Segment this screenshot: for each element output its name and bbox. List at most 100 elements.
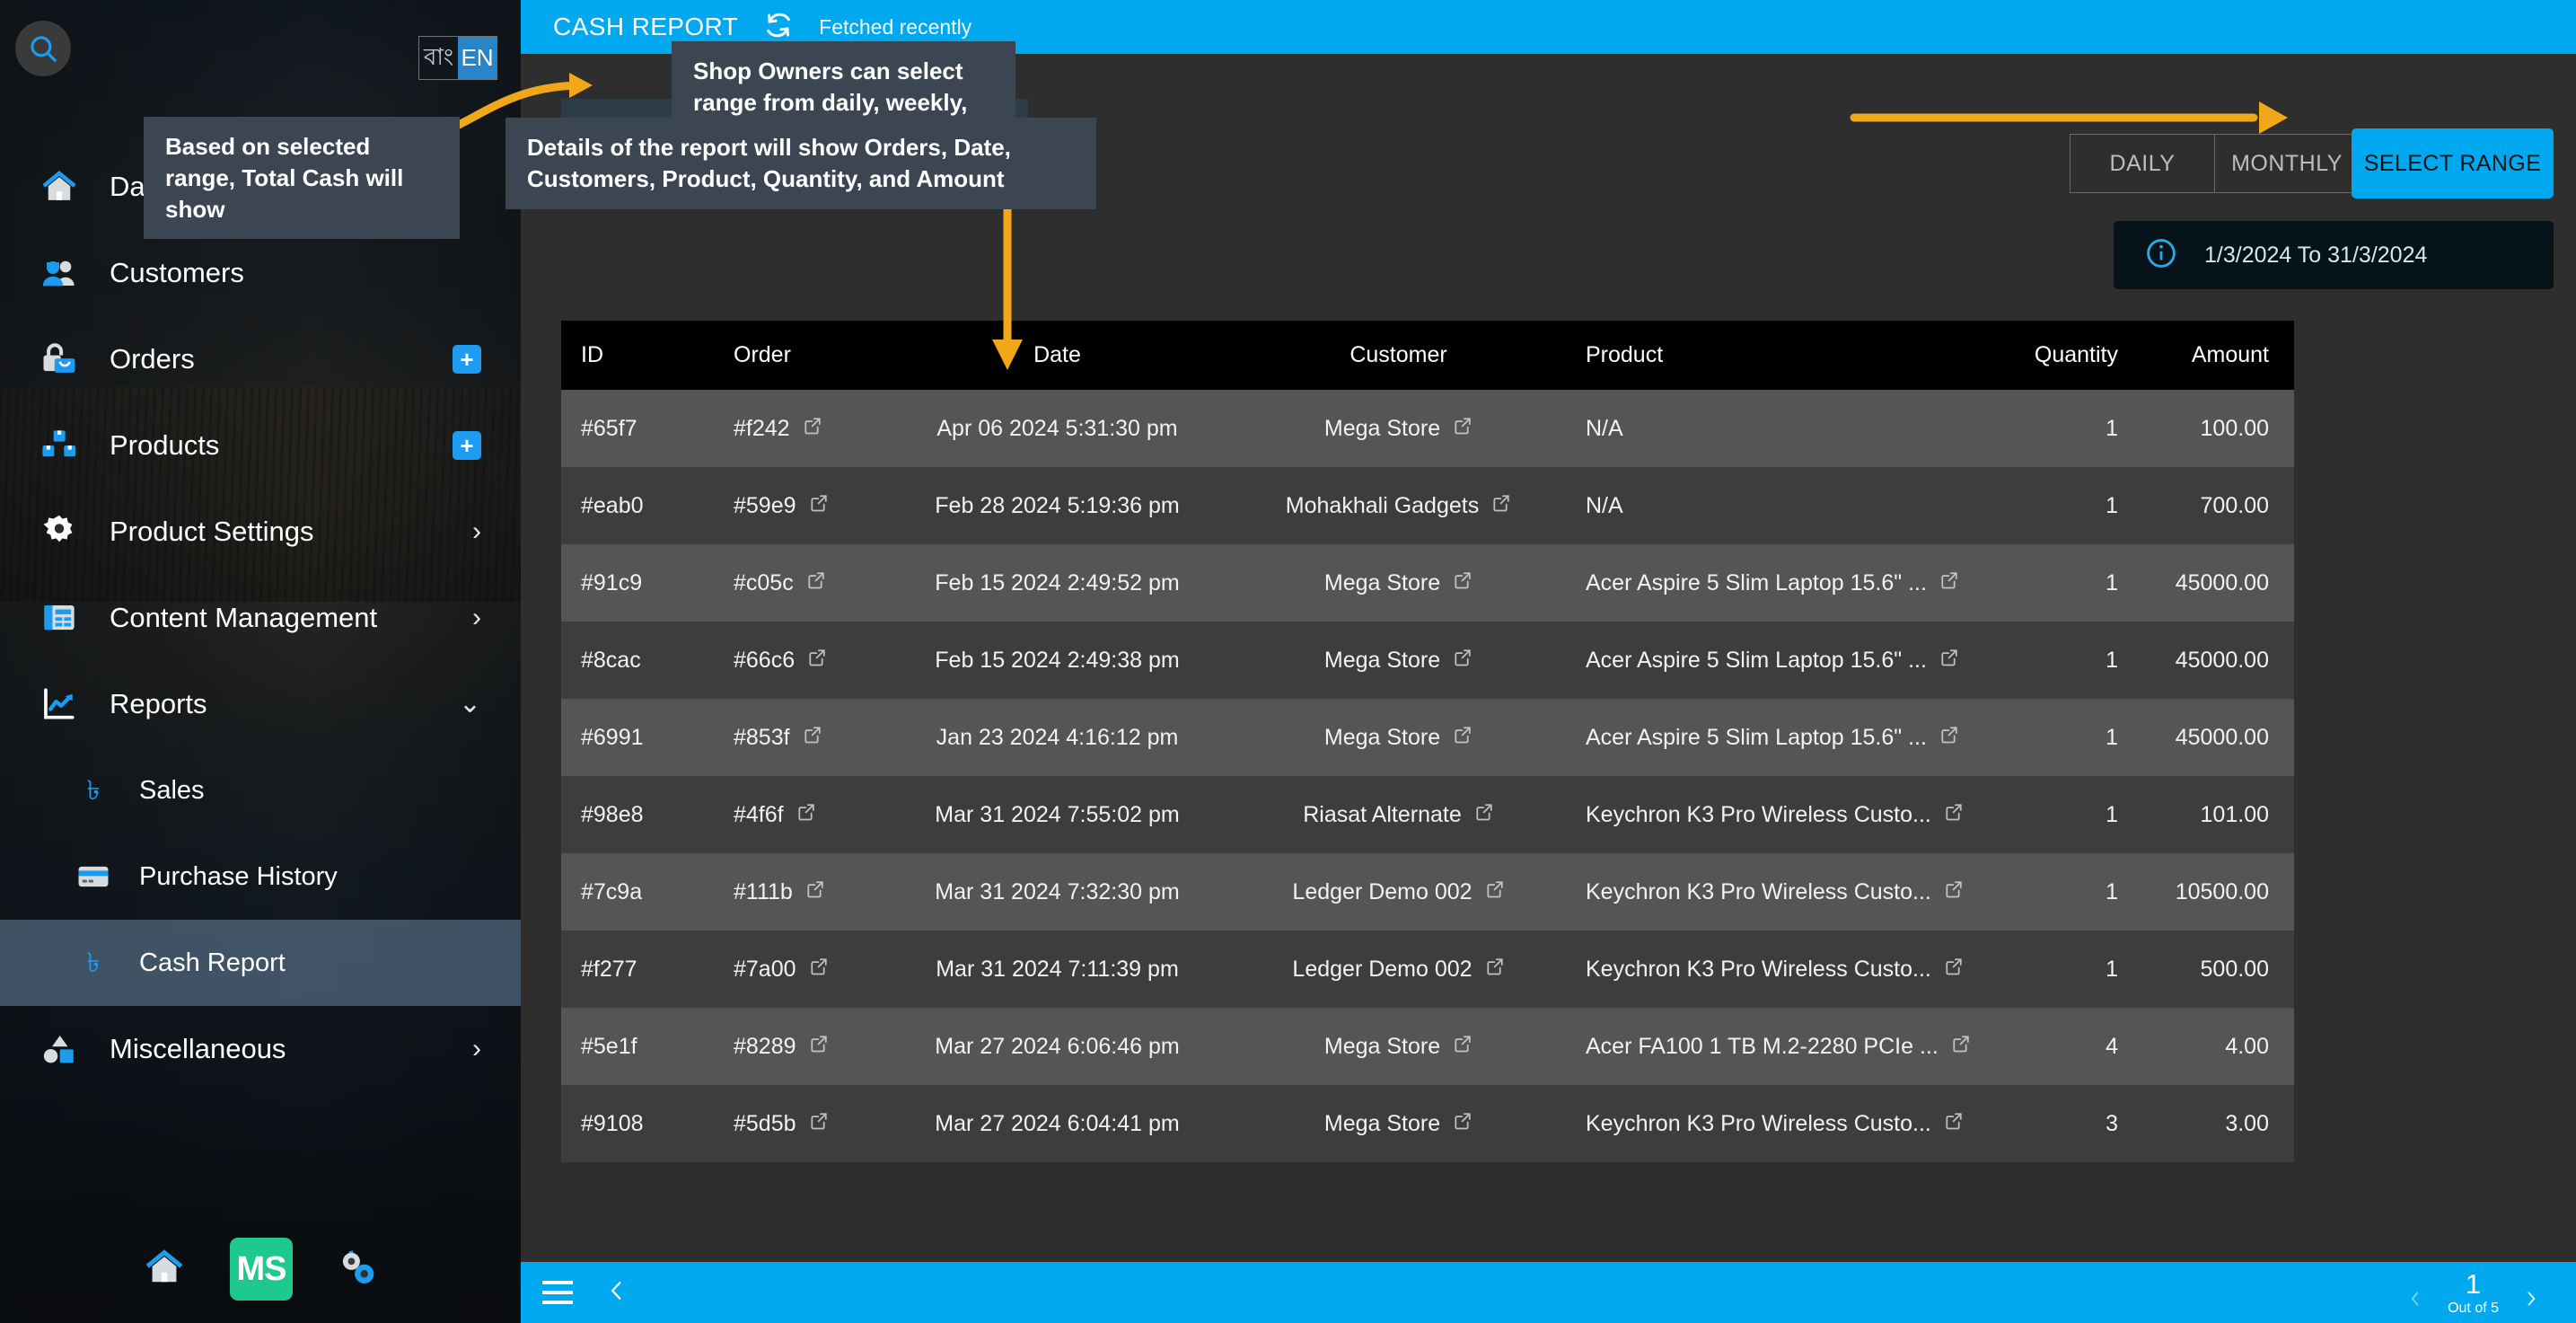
cell-id: #65f7 (581, 415, 637, 441)
table-row[interactable]: #8cac #66c6 Feb 15 2024 2:49:38 pm Mega Sto… (561, 622, 2294, 699)
chevron-right-icon[interactable]: › (472, 1036, 481, 1063)
sidebar-item-content-management[interactable]: Content Management › (0, 575, 521, 661)
external-link-icon[interactable] (809, 1034, 829, 1060)
add-badge[interactable]: + (453, 431, 481, 460)
sidebar-item-cash-report[interactable]: ৳ Cash Report (0, 920, 521, 1006)
cell-amount: 500.00 (2200, 956, 2269, 982)
app-logo[interactable]: MS (230, 1238, 293, 1301)
hamburger-icon[interactable] (542, 1281, 573, 1304)
product-value: N/A (1586, 492, 1623, 518)
external-link-icon[interactable] (1453, 570, 1473, 596)
table-row[interactable]: #9108 #5d5b Mar 27 2024 6:04:41 pm Mega Sto… (561, 1085, 2294, 1162)
external-link-icon[interactable] (1485, 957, 1505, 983)
cell-quantity: 1 (2106, 956, 2118, 982)
external-link-icon[interactable] (1951, 1034, 1971, 1060)
table-row[interactable]: #6991 #853f Jan 23 2024 4:16:12 pm Mega Sto… (561, 699, 2294, 776)
users-icon (31, 254, 87, 292)
external-link-icon[interactable] (1944, 957, 1964, 983)
external-link-icon[interactable] (1453, 1111, 1473, 1137)
cell-id: #5e1f (581, 1033, 637, 1059)
column-header-amount[interactable]: Amount (2141, 321, 2294, 390)
sidebar-item-miscellaneous[interactable]: Miscellaneous › (0, 1006, 521, 1092)
column-header-date[interactable]: Date (889, 321, 1226, 390)
cell-quantity: 4 (2106, 1033, 2118, 1059)
external-link-icon[interactable] (1474, 802, 1494, 828)
cell-order: #5d5b (714, 1085, 889, 1162)
language-option-english[interactable]: EN (458, 37, 497, 79)
external-link-icon[interactable] (1944, 802, 1964, 828)
external-link-icon[interactable] (1944, 879, 1964, 905)
table-row[interactable]: #98e8 #4f6f Mar 31 2024 7:55:02 pm Riasat A… (561, 776, 2294, 853)
chevron-left-icon[interactable] (605, 1275, 629, 1310)
range-option-monthly[interactable]: MONTHLY (2214, 135, 2359, 192)
column-header-product[interactable]: Product (1571, 321, 1993, 390)
external-link-icon[interactable] (805, 879, 825, 905)
cell-date: Feb 15 2024 2:49:38 pm (935, 647, 1180, 673)
table-row[interactable]: #eab0 #59e9 Feb 28 2024 5:19:36 pm Mohakhal… (561, 467, 2294, 544)
external-link-icon[interactable] (796, 802, 816, 828)
cell-product: Acer Aspire 5 Slim Laptop 15.6" ... (1571, 622, 1993, 699)
order-value: #59e9 (734, 492, 796, 518)
range-option-daily[interactable]: DAILY (2070, 135, 2214, 192)
external-link-icon[interactable] (806, 570, 826, 596)
sidebar-item-products[interactable]: Products + (0, 402, 521, 489)
pagination-prev-icon[interactable] (2406, 1286, 2424, 1317)
table-row[interactable]: #65f7 #f242 Apr 06 2024 5:31:30 pm Mega Sto… (561, 390, 2294, 467)
external-link-icon[interactable] (1491, 493, 1511, 519)
chevron-right-icon[interactable]: › (472, 604, 481, 631)
external-link-icon[interactable] (807, 648, 827, 674)
cell-product: Acer Aspire 5 Slim Laptop 15.6" ... (1571, 699, 1993, 776)
cell-id: #6991 (581, 724, 644, 750)
external-link-icon[interactable] (809, 1111, 829, 1137)
cell-amount: 101.00 (2200, 801, 2269, 827)
table-row[interactable]: #f277 #7a00 Mar 31 2024 7:11:39 pm Ledger D… (561, 931, 2294, 1008)
taka-icon: ৳ (70, 772, 117, 808)
table-row[interactable]: #5e1f #8289 Mar 27 2024 6:06:46 pm Mega Sto… (561, 1008, 2294, 1085)
product-value: Keychron K3 Pro Wireless Custo... (1586, 1110, 1931, 1136)
external-link-icon[interactable] (1453, 1034, 1473, 1060)
home-icon[interactable] (144, 1247, 185, 1292)
sidebar-item-sales[interactable]: ৳ Sales (0, 747, 521, 833)
table-body: #65f7 #f242 Apr 06 2024 5:31:30 pm Mega Sto… (561, 390, 2294, 1162)
column-header-quantity[interactable]: Quantity (1993, 321, 2141, 390)
external-link-icon[interactable] (1939, 648, 1959, 674)
chevron-right-icon[interactable]: › (472, 518, 481, 545)
external-link-icon[interactable] (1453, 648, 1473, 674)
column-header-order[interactable]: Order (714, 321, 889, 390)
external-link-icon[interactable] (809, 493, 829, 519)
select-range-button[interactable]: SELECT RANGE (2352, 128, 2554, 198)
external-link-icon[interactable] (1453, 416, 1473, 442)
bag-icon (31, 340, 87, 378)
table-row[interactable]: #7c9a #111b Mar 31 2024 7:32:30 pm Ledger D… (561, 853, 2294, 931)
pagination-current-page: 1 (2465, 1267, 2482, 1300)
table-row[interactable]: #91c9 #c05c Feb 15 2024 2:49:52 pm Mega Sto… (561, 544, 2294, 622)
external-link-icon[interactable] (1939, 725, 1959, 751)
external-link-icon[interactable] (1939, 570, 1959, 596)
sidebar-item-purchase-history[interactable]: Purchase History (0, 833, 521, 920)
table-header-row: ID Order Date Customer Product Quantity … (561, 321, 2294, 390)
add-badge[interactable]: + (453, 345, 481, 374)
sidebar-item-reports[interactable]: Reports ⌄ (0, 661, 521, 747)
pagination-next-icon[interactable] (2522, 1286, 2540, 1317)
cell-amount: 3.00 (2225, 1110, 2269, 1136)
sidebar-item-customers[interactable]: Customers (0, 230, 521, 316)
chevron-down-icon[interactable]: ⌄ (459, 691, 481, 718)
external-link-icon[interactable] (809, 957, 829, 983)
column-header-customer[interactable]: Customer (1226, 321, 1571, 390)
external-link-icon[interactable] (1485, 879, 1505, 905)
gears-icon[interactable] (338, 1248, 377, 1292)
range-toggle[interactable]: DAILY MONTHLY (2070, 134, 2360, 193)
language-option-bangla[interactable]: বাং (419, 37, 458, 79)
cell-customer: Mohakhali Gadgets (1226, 467, 1571, 544)
language-toggle[interactable]: বাং EN (418, 36, 497, 80)
cell-date: Jan 23 2024 4:16:12 pm (936, 724, 1179, 750)
external-link-icon[interactable] (803, 416, 822, 442)
external-link-icon[interactable] (1453, 725, 1473, 751)
column-header-id[interactable]: ID (561, 321, 714, 390)
external-link-icon[interactable] (803, 725, 822, 751)
sidebar-item-orders[interactable]: Orders + (0, 316, 521, 402)
search-button[interactable] (15, 21, 71, 76)
external-link-icon[interactable] (1944, 1111, 1964, 1137)
refresh-icon[interactable] (763, 10, 794, 45)
sidebar-item-product-settings[interactable]: Product Settings › (0, 489, 521, 575)
